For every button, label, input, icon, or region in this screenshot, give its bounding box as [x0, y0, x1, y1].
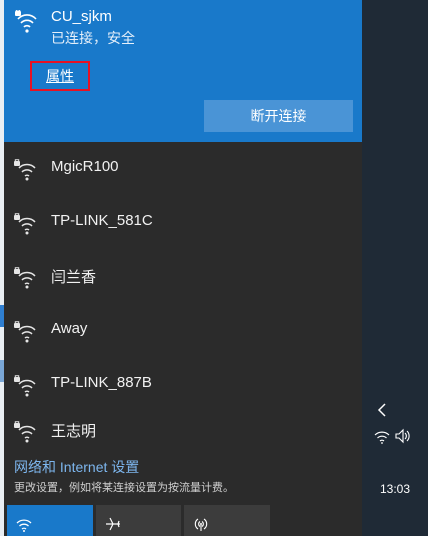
wifi-toggle-tile[interactable]: [7, 505, 93, 536]
network-name: TP-LINK_581C: [51, 212, 153, 229]
wifi-secured-icon: [14, 421, 36, 443]
disconnect-button[interactable]: 断开连接: [204, 100, 353, 132]
wifi-secured-icon: [14, 159, 36, 181]
hotspot-icon: [194, 518, 208, 531]
network-item[interactable]: 闫兰香: [4, 250, 362, 304]
network-name: TP-LINK_887B: [51, 374, 152, 391]
taskbar-clock[interactable]: 13:03: [380, 482, 410, 496]
connection-status: 已连接，安全: [51, 30, 135, 46]
wifi-secured-icon: [14, 267, 36, 289]
network-settings-description: 更改设置，例如将某连接设置为按流量计费。: [14, 482, 234, 494]
connected-network-panel[interactable]: CU_sjkm 已连接，安全 属性 断开连接: [4, 0, 362, 142]
wifi-icon: [16, 519, 32, 532]
wifi-secured-icon: [14, 375, 36, 397]
network-item[interactable]: 王志明: [4, 404, 362, 458]
network-settings-link[interactable]: 网络和 Internet 设置: [14, 457, 139, 477]
network-item[interactable]: MgicR100: [4, 142, 362, 196]
network-name: MgicR100: [51, 158, 119, 175]
wifi-icon[interactable]: [374, 428, 390, 444]
connected-network-name: CU_sjkm: [51, 8, 112, 25]
wifi-secured-icon: [14, 321, 36, 343]
airplane-mode-tile[interactable]: [96, 505, 181, 536]
airplane-icon: [106, 517, 120, 531]
properties-link[interactable]: 属性: [30, 61, 90, 91]
network-name: 王志明: [51, 423, 97, 440]
network-item[interactable]: TP-LINK_581C: [4, 196, 362, 250]
chevron-left-icon[interactable]: [376, 402, 388, 418]
mobile-hotspot-tile[interactable]: [184, 505, 270, 536]
network-item[interactable]: Away: [4, 304, 362, 358]
network-flyout: CU_sjkm 已连接，安全 属性 断开连接 MgicR100 TP-LINK_…: [4, 0, 362, 536]
wifi-secured-icon: [14, 213, 36, 235]
network-name: 闫兰香: [51, 269, 97, 286]
wifi-secured-icon: [15, 10, 37, 33]
volume-icon[interactable]: [394, 428, 412, 444]
taskbar-tray: 13:03: [362, 0, 428, 536]
network-name: Away: [51, 320, 88, 337]
